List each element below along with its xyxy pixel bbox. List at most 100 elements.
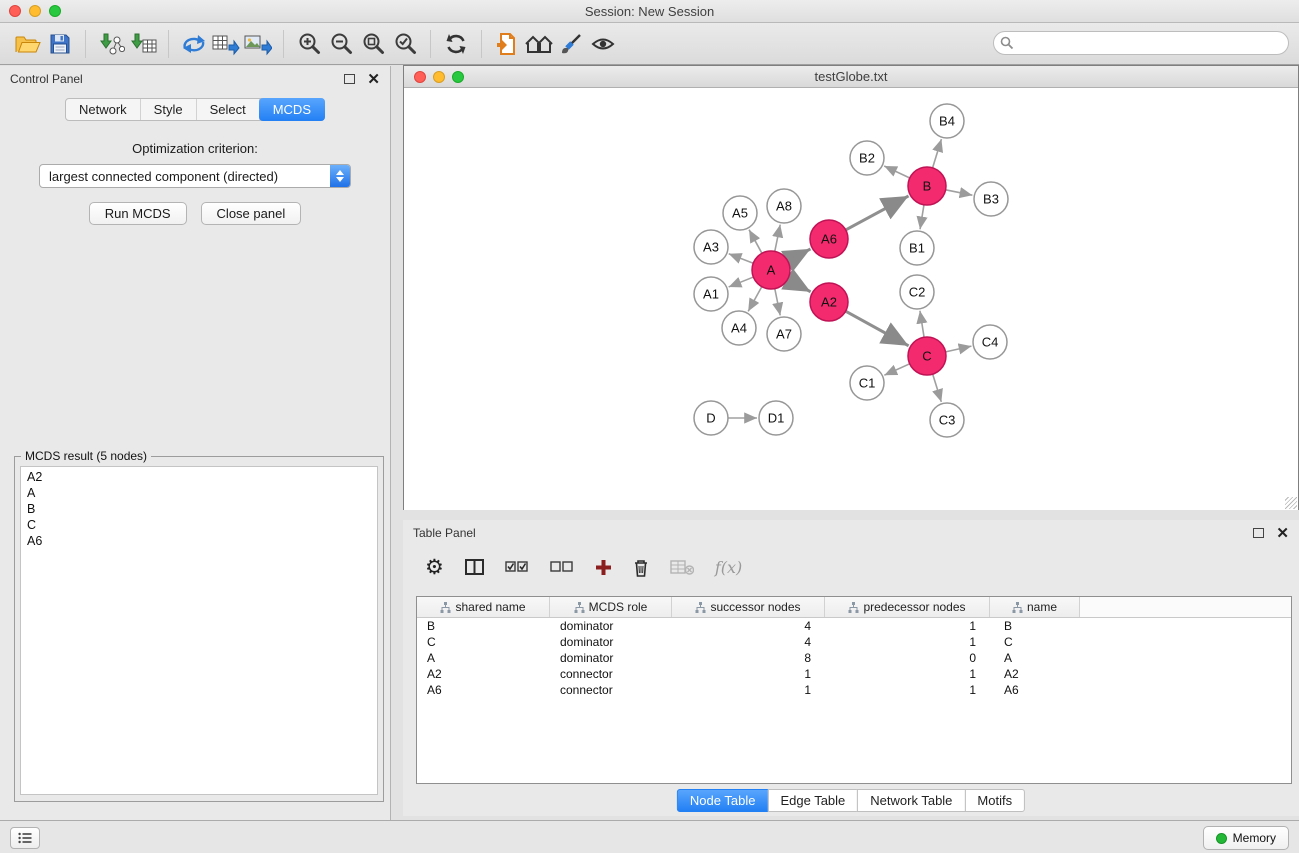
network-minimize-icon[interactable] [433,71,445,83]
table-row[interactable]: Cdominator41C [417,634,1291,650]
zoom-window-icon[interactable] [49,5,61,17]
float-table-panel-icon[interactable] [1253,528,1264,538]
zoom-in-button[interactable] [293,28,325,60]
search-input[interactable] [993,31,1289,55]
float-panel-icon[interactable] [344,74,355,84]
edge-B-B4[interactable] [933,139,942,168]
edge-A6-B[interactable] [846,196,909,230]
edge-C-C3[interactable] [933,374,942,402]
column-header-shared-name[interactable]: shared name [417,597,550,617]
open-session-button[interactable] [12,28,44,60]
column-header-predecessor-nodes[interactable]: predecessor nodes [825,597,990,617]
node-C4[interactable]: C4 [973,325,1007,359]
node-B4[interactable]: B4 [930,104,964,138]
edge-A-A8[interactable] [775,225,780,252]
column-header-successor-nodes[interactable]: successor nodes [672,597,825,617]
edge-A-A1[interactable] [729,277,754,287]
table-row[interactable]: Adominator80A [417,650,1291,666]
tab-network[interactable]: Network [66,99,141,120]
save-session-button[interactable] [44,28,76,60]
close-panel-button[interactable]: Close panel [201,202,302,225]
edge-A-A6[interactable] [788,249,811,261]
close-panel-icon[interactable]: ✕ [367,72,380,87]
task-history-button[interactable] [10,827,40,849]
node-A2[interactable]: A2 [810,283,848,321]
node-A7[interactable]: A7 [767,317,801,351]
mcds-result-item[interactable]: A6 [21,533,377,549]
mcds-result-item[interactable]: A [21,485,377,501]
mcds-result-item[interactable]: B [21,501,377,517]
zoom-out-button[interactable] [325,28,357,60]
column-header-name[interactable]: name [990,597,1080,617]
export-image-button[interactable] [242,28,274,60]
zoom-selected-button[interactable] [389,28,421,60]
show-columns-button[interactable] [465,559,484,575]
delete-table-button[interactable] [670,559,694,575]
edge-C-C2[interactable] [920,311,924,337]
edge-A-A7[interactable] [775,289,780,316]
home-button[interactable] [523,28,555,60]
network-zoom-icon[interactable] [452,71,464,83]
edge-B-B1[interactable] [920,205,924,229]
edge-A-A4[interactable] [748,287,762,312]
node-C3[interactable]: C3 [930,403,964,437]
network-canvas[interactable]: B4B2BB3A8A5A6A3B1AC2A1A2A4A7C4CC1DD1C3 [404,88,1298,510]
table-row[interactable]: A6connector11A6 [417,682,1291,698]
edge-C-C4[interactable] [946,346,972,352]
node-B2[interactable]: B2 [850,141,884,175]
tab-edge-table[interactable]: Edge Table [767,789,858,812]
node-B1[interactable]: B1 [900,231,934,265]
mcds-result-item[interactable]: A2 [21,469,377,485]
tab-style[interactable]: Style [141,99,197,120]
tab-motifs[interactable]: Motifs [964,789,1025,812]
node-C1[interactable]: C1 [850,366,884,400]
table-row[interactable]: Bdominator41B [417,618,1291,634]
edge-A-A5[interactable] [749,230,762,254]
tab-node-table[interactable]: Node Table [677,789,769,812]
tab-network-table[interactable]: Network Table [857,789,965,812]
run-mcds-button[interactable]: Run MCDS [89,202,187,225]
node-A8[interactable]: A8 [767,189,801,223]
node-B3[interactable]: B3 [974,182,1008,216]
node-A1[interactable]: A1 [694,277,728,311]
edge-B-B2[interactable] [884,166,910,178]
node-C[interactable]: C [908,337,946,375]
deselect-all-button[interactable] [550,561,574,573]
create-column-button[interactable] [595,559,612,576]
show-hide-button[interactable] [587,28,619,60]
function-builder-button[interactable]: f(x) [715,558,742,577]
table-row[interactable]: A2connector11A2 [417,666,1291,682]
table-settings-button[interactable]: ⚙ [425,557,444,578]
tab-select[interactable]: Select [197,99,260,120]
resize-grip[interactable] [1285,497,1297,509]
export-network-button[interactable] [178,28,210,60]
mcds-result-item[interactable]: C [21,517,377,533]
optimization-criterion-select[interactable]: largest connected component (directed) [39,164,351,188]
node-A4[interactable]: A4 [722,311,756,345]
node-C2[interactable]: C2 [900,275,934,309]
node-A5[interactable]: A5 [723,196,757,230]
node-B[interactable]: B [908,167,946,205]
apply-layout-button[interactable] [440,28,472,60]
open-document-button[interactable] [491,28,523,60]
edge-B-B3[interactable] [946,190,973,195]
minimize-window-icon[interactable] [29,5,41,17]
edge-A-A2[interactable] [788,279,811,292]
node-A3[interactable]: A3 [694,230,728,264]
import-table-button[interactable] [127,28,159,60]
export-table-button[interactable] [210,28,242,60]
memory-button[interactable]: Memory [1203,826,1289,850]
column-header-MCDS-role[interactable]: MCDS role [550,597,672,617]
import-network-button[interactable] [95,28,127,60]
zoom-fit-button[interactable] [357,28,389,60]
style-brush-button[interactable] [555,28,587,60]
node-D[interactable]: D [694,401,728,435]
delete-column-button[interactable] [633,558,649,577]
node-A6[interactable]: A6 [810,220,848,258]
select-all-button[interactable] [505,561,529,573]
edge-C-C1[interactable] [884,364,909,375]
mcds-result-list[interactable]: A2ABCA6 [20,466,378,795]
tab-mcds[interactable]: MCDS [259,98,325,121]
node-D1[interactable]: D1 [759,401,793,435]
edge-A2-C[interactable] [846,311,909,346]
